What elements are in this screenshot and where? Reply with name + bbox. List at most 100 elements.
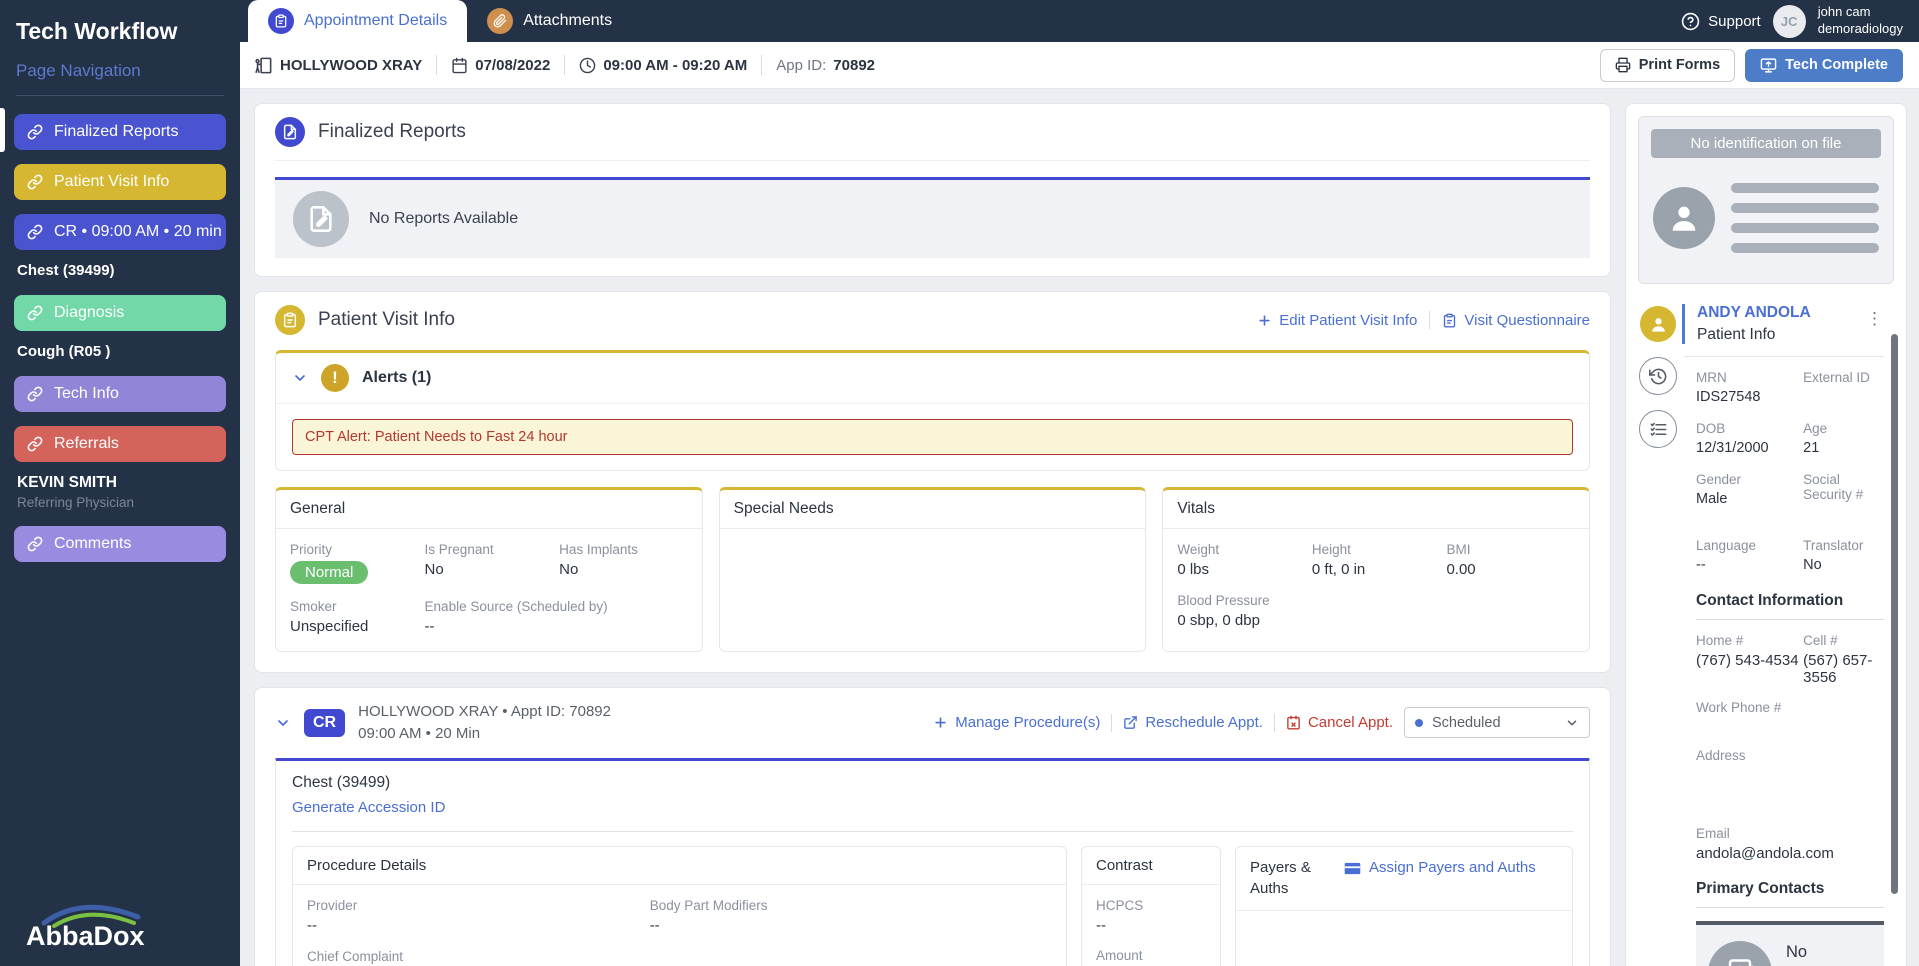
field-value: -- bbox=[1696, 557, 1706, 573]
identification-skeleton bbox=[1651, 173, 1881, 263]
field-label: Work Phone # bbox=[1696, 700, 1782, 715]
field-height: Height 0 ft, 0 in bbox=[1312, 542, 1441, 578]
clipboard-icon bbox=[268, 8, 294, 34]
tech-complete-button[interactable]: Tech Complete bbox=[1745, 48, 1903, 82]
cr-appointment-card: CR HOLLYWOOD XRAY • Appt ID: 70892 09:00… bbox=[254, 687, 1611, 966]
field-value bbox=[1803, 389, 1884, 406]
support-label: Support bbox=[1708, 12, 1761, 30]
print-forms-button[interactable]: Print Forms bbox=[1599, 48, 1736, 82]
field-label: Language bbox=[1696, 538, 1757, 553]
appointment-date: 07/08/2022 bbox=[451, 57, 550, 74]
patient-icon[interactable] bbox=[1640, 306, 1676, 342]
questionnaire-icon bbox=[1442, 313, 1457, 328]
sidebar-item-tech-info[interactable]: Tech Info bbox=[14, 376, 226, 412]
logo-text: AbbaDox bbox=[26, 921, 145, 951]
page-navigation-heading: Page Navigation bbox=[16, 61, 141, 80]
sidebar-item-comments[interactable]: Comments bbox=[14, 526, 226, 562]
vitals-body: Weight 0 lbs Height 0 ft, 0 in BMI 0.00 bbox=[1163, 529, 1589, 645]
main-column: Appointment Details Attachments Support … bbox=[240, 0, 1919, 966]
separator bbox=[564, 55, 566, 75]
field-value: No bbox=[424, 561, 444, 578]
field-value: -- bbox=[649, 916, 660, 934]
skeleton-bar bbox=[1731, 203, 1879, 213]
tab-label: Appointment Details bbox=[304, 12, 448, 29]
field-value: -- bbox=[424, 618, 435, 635]
general-body: Priority Normal Is Pregnant No Has Impla… bbox=[276, 529, 702, 651]
sidebar-item-label: Finalized Reports bbox=[54, 123, 179, 140]
contrast-title: Contrast bbox=[1082, 847, 1220, 885]
no-identification-banner: No identification on file bbox=[1651, 129, 1881, 158]
field-enable-source: Enable Source (Scheduled by) -- bbox=[425, 599, 688, 635]
sidebar-item-cr-appointment[interactable]: CR • 09:00 AM • 20 min bbox=[14, 214, 226, 250]
no-contacts-block: No contacts added + Add Contact bbox=[1786, 941, 1872, 966]
no-reports-zone: No Reports Available bbox=[275, 177, 1590, 258]
manage-procedures-link[interactable]: Manage Procedure(s) bbox=[933, 714, 1100, 731]
panel-scrollbar[interactable] bbox=[1891, 334, 1898, 894]
special-needs-title: Special Needs bbox=[719, 490, 1146, 529]
generate-accession-link[interactable]: Generate Accession ID bbox=[292, 799, 445, 816]
visit-questionnaire-link[interactable]: Visit Questionnaire bbox=[1442, 312, 1590, 329]
field-value: 0 sbp, 0 dbp bbox=[1177, 612, 1260, 629]
priority-badge: Normal bbox=[290, 561, 369, 584]
identification-placeholder: No identification on file bbox=[1638, 116, 1894, 284]
chevron-down-icon bbox=[1565, 716, 1579, 730]
field-label: Has Implants bbox=[559, 542, 638, 557]
field-label: HCPCS bbox=[1096, 897, 1144, 913]
edit-patient-visit-info-link[interactable]: Edit Patient Visit Info bbox=[1257, 312, 1417, 329]
user-avatar[interactable]: JC bbox=[1772, 4, 1806, 38]
field-label: Chief Complaint bbox=[307, 948, 404, 964]
separator bbox=[1273, 713, 1275, 732]
payers-auths-body bbox=[1236, 911, 1572, 966]
alerts-header[interactable]: ! Alerts (1) bbox=[276, 353, 1589, 403]
referring-physician-name: KEVIN SMITH bbox=[17, 474, 117, 491]
tab-label: Attachments bbox=[523, 12, 613, 29]
vitals-card: Vitals Weight 0 lbs Height 0 ft, 0 in BM… bbox=[1162, 487, 1591, 652]
sidebar-item-diagnosis[interactable]: Diagnosis bbox=[14, 295, 226, 331]
sidebar-item-patient-visit-info[interactable]: Patient Visit Info bbox=[14, 164, 226, 200]
manage-procedures-label: Manage Procedure(s) bbox=[955, 714, 1101, 732]
support-link[interactable]: Support bbox=[1681, 12, 1761, 31]
paperclip-icon bbox=[487, 8, 514, 34]
field-body-part-modifiers: Body Part Modifiers -- bbox=[650, 898, 1052, 934]
top-right-cluster: Support JC john cam demoradiology bbox=[1681, 0, 1919, 42]
cancel-appt-link[interactable]: Cancel Appt. bbox=[1286, 714, 1393, 731]
field-label: Translator bbox=[1803, 538, 1864, 553]
field-cell-phone: Cell # (567) 657-3556 bbox=[1803, 633, 1884, 686]
field-label: Email bbox=[1696, 826, 1730, 841]
visit-info-cards-row: General Priority Normal Is Pregnant No H… bbox=[275, 487, 1591, 652]
reschedule-appt-link[interactable]: Reschedule Appt. bbox=[1123, 714, 1263, 731]
separator bbox=[436, 55, 438, 75]
kebab-menu-icon[interactable]: ⋮ bbox=[1866, 304, 1884, 344]
sidebar-item-referrals[interactable]: Referrals bbox=[14, 426, 226, 462]
field-language: Language -- bbox=[1696, 538, 1803, 574]
sidebar-item-label: Tech Info bbox=[54, 385, 119, 402]
alert-exclamation-icon: ! bbox=[321, 364, 349, 392]
appointment-status-select[interactable]: Scheduled bbox=[1404, 707, 1590, 739]
facility: HOLLYWOOD XRAY bbox=[254, 56, 422, 75]
tab-appointment-details[interactable]: Appointment Details bbox=[248, 0, 468, 42]
field-mrn: MRN IDS27548 bbox=[1696, 370, 1803, 406]
tech-workflow-app: Tech Workflow Page Navigation Finalized … bbox=[0, 0, 1919, 966]
link-icon bbox=[27, 174, 43, 190]
chevron-down-icon[interactable] bbox=[275, 715, 291, 731]
tab-attachments[interactable]: Attachments bbox=[467, 0, 632, 42]
alerts-section: ! Alerts (1) CPT Alert: Patient Needs to… bbox=[275, 350, 1590, 471]
sidebar: Tech Workflow Page Navigation Finalized … bbox=[0, 0, 240, 966]
link-icon bbox=[27, 386, 43, 402]
app-id-label: App ID: bbox=[776, 56, 827, 74]
xray-facility-icon bbox=[254, 56, 273, 75]
field-value: Male bbox=[1696, 491, 1728, 507]
procedure-name: Chest (39499) bbox=[292, 773, 391, 791]
link-icon bbox=[27, 124, 43, 140]
contact-book-icon bbox=[1708, 941, 1772, 966]
patient-name-link[interactable]: ANDY ANDOLA bbox=[1697, 304, 1811, 322]
history-icon[interactable] bbox=[1639, 357, 1677, 395]
assign-payers-link[interactable]: Assign Payers and Auths bbox=[1344, 857, 1536, 901]
sidebar-item-label: Referrals bbox=[54, 435, 119, 452]
sidebar-divider bbox=[16, 95, 224, 96]
sidebar-item-finalized-reports[interactable]: Finalized Reports bbox=[14, 114, 226, 150]
contrast-card: Contrast HCPCS -- Amount bbox=[1081, 845, 1221, 966]
sidebar-item-label: Diagnosis bbox=[54, 304, 125, 321]
field-chief-complaint: Chief Complaint bbox=[307, 949, 1052, 966]
checklist-icon[interactable] bbox=[1639, 410, 1677, 448]
